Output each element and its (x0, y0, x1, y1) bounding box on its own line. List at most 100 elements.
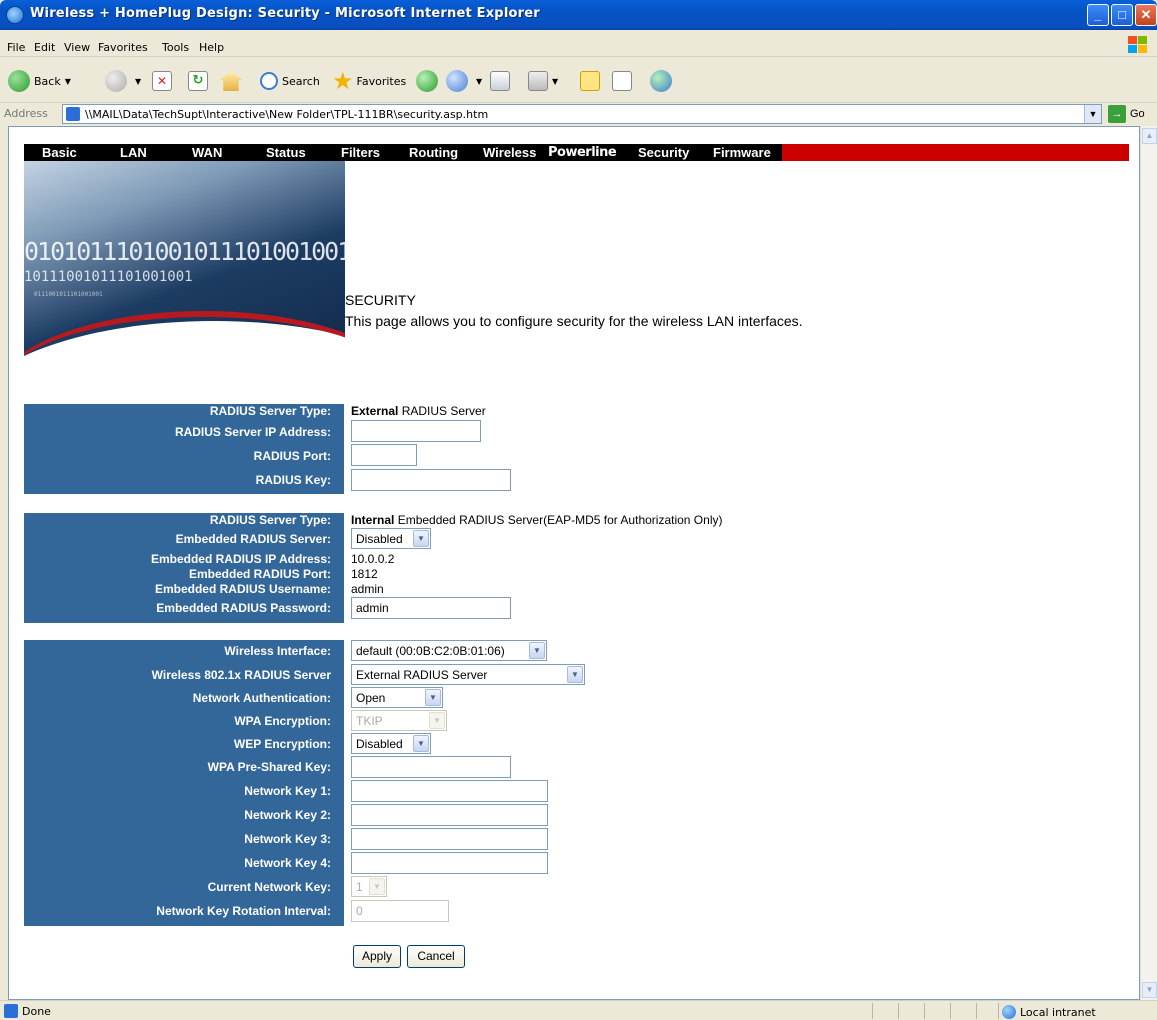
dropdown-arrow-icon: ▼ (135, 76, 142, 86)
edit-button[interactable]: ▼ (528, 67, 558, 95)
wireless-interface-value: default (00:0B:C2:0B:01:06) (356, 644, 505, 658)
status-divider (998, 1003, 999, 1019)
nav-filters[interactable]: Filters (341, 145, 380, 160)
menu-file[interactable]: File (7, 41, 25, 54)
internal-type-label: RADIUS Server Type: (209, 513, 331, 527)
menu-help[interactable]: Help (199, 41, 224, 54)
forward-button[interactable]: ▼ (105, 67, 141, 95)
discuss-button[interactable] (580, 67, 600, 95)
menu-tools[interactable]: Tools (162, 41, 189, 54)
chevron-down-icon: ▼ (413, 530, 429, 547)
scroll-down-icon[interactable]: ▼ (1142, 982, 1157, 998)
print-button[interactable] (490, 67, 510, 95)
embedded-password-input[interactable] (351, 597, 511, 619)
star-icon: ★ (332, 67, 354, 95)
chevron-down-icon: ▼ (369, 878, 385, 895)
key-rotation-input[interactable] (351, 900, 449, 922)
mail-icon (446, 70, 468, 92)
external-type-text: RADIUS Server (401, 404, 486, 418)
search-button[interactable]: Search (260, 67, 320, 95)
network-key-4-input[interactable] (351, 852, 548, 874)
back-button[interactable]: Back ▼ (8, 67, 71, 95)
nav-status[interactable]: Status (266, 145, 306, 160)
wireless-interface-select[interactable]: default (00:0B:C2:0B:01:06) ▼ (351, 640, 547, 661)
internal-type-value: Internal Embedded RADIUS Server(EAP-MD5 … (351, 513, 722, 527)
nav-routing[interactable]: Routing (409, 145, 458, 160)
ie-icon (6, 6, 24, 24)
current-network-key-select[interactable]: 1 ▼ (351, 876, 387, 897)
scroll-up-icon[interactable]: ▲ (1142, 128, 1157, 144)
menu-edit[interactable]: Edit (34, 41, 55, 54)
wpa-encryption-select[interactable]: TKIP ▼ (351, 710, 447, 731)
network-key-1-input[interactable] (351, 780, 548, 802)
chevron-down-icon: ▼ (529, 642, 545, 659)
external-type-label: RADIUS Server Type: (209, 404, 331, 418)
stop-button[interactable]: ✕ (152, 67, 172, 95)
address-dropdown-button[interactable]: ▼ (1084, 105, 1101, 123)
wep-encryption-select[interactable]: Disabled ▼ (351, 733, 431, 754)
menu-view[interactable]: View (64, 41, 90, 54)
favorites-button[interactable]: ★ Favorites (332, 67, 406, 95)
edit-icon (528, 71, 548, 91)
mail-button[interactable]: ▼ (446, 67, 482, 95)
radius-key-input[interactable] (351, 469, 511, 491)
embedded-username-label: Embedded RADIUS Username: (154, 582, 331, 596)
radius-ip-input[interactable] (351, 420, 481, 442)
nav-wan[interactable]: WAN (192, 145, 222, 160)
nav-lan[interactable]: LAN (120, 145, 147, 160)
minimize-button[interactable]: _ (1087, 4, 1109, 26)
external-type-value: External RADIUS Server (351, 404, 486, 418)
status-bar: Done Local intranet (0, 1000, 1157, 1020)
network-auth-select[interactable]: Open ▼ (351, 687, 443, 708)
wireless-interface-label: Wireless Interface: (224, 644, 331, 658)
research-button[interactable] (612, 67, 632, 95)
cancel-button[interactable]: Cancel (407, 945, 465, 968)
address-input[interactable]: \\MAIL\Data\TechSupt\Interactive\New Fol… (62, 104, 1102, 124)
dropdown-arrow-icon: ▼ (552, 76, 559, 86)
embedded-server-select[interactable]: Disabled ▼ (351, 528, 431, 549)
page-description: This page allows you to configure securi… (345, 313, 803, 329)
nav-basic[interactable]: Basic (42, 145, 77, 160)
nav-firmware[interactable]: Firmware (713, 145, 771, 160)
current-network-key-label: Current Network Key: (207, 880, 331, 894)
embedded-server-value: Disabled (356, 532, 403, 546)
network-key-3-input[interactable] (351, 828, 548, 850)
chevron-down-icon: ▼ (425, 689, 441, 706)
page-title: SECURITY (345, 292, 416, 308)
embedded-port-value: 1812 (351, 567, 378, 581)
favorites-label: Favorites (356, 74, 407, 88)
wpa-encryption-label: WPA Encryption: (234, 714, 331, 728)
messenger-icon (650, 70, 672, 92)
go-button[interactable]: → Go (1108, 105, 1145, 123)
nav-bar: Basic LAN WAN Status Filters Routing Wir… (24, 144, 1129, 161)
network-key-2-input[interactable] (351, 804, 548, 826)
internal-type-bold: Internal (351, 513, 395, 527)
close-button[interactable]: ✕ (1135, 4, 1157, 26)
history-button[interactable] (416, 67, 442, 95)
status-divider (976, 1003, 977, 1019)
embedded-password-label: Embedded RADIUS Password: (156, 601, 331, 615)
vertical-scrollbar[interactable]: ▲ ▼ (1140, 126, 1157, 1000)
nav-wireless[interactable]: Wireless (483, 145, 536, 160)
page-done-icon (4, 1004, 18, 1018)
radius-port-input[interactable] (351, 444, 417, 466)
messenger-button[interactable] (650, 67, 676, 95)
wireless-radius-select[interactable]: External RADIUS Server ▼ (351, 664, 585, 685)
nav-powerline[interactable]: Powerline (548, 145, 617, 160)
wep-encryption-label: WEP Encryption: (233, 737, 331, 751)
wpa-psk-input[interactable] (351, 756, 511, 778)
home-button[interactable] (220, 67, 242, 95)
stop-icon: ✕ (152, 71, 172, 91)
menu-bar: File Edit View Favorites Tools Help (0, 30, 1157, 57)
back-label: Back (34, 74, 61, 88)
folder-icon (580, 71, 600, 91)
maximize-button[interactable]: □ (1111, 4, 1133, 26)
refresh-button[interactable]: ↻ (188, 67, 208, 95)
wireless-radius-value: External RADIUS Server (356, 668, 488, 682)
embedded-username-value: admin (351, 582, 384, 596)
apply-button[interactable]: Apply (353, 945, 401, 968)
dropdown-arrow-icon: ▼ (476, 76, 483, 86)
menu-favorites[interactable]: Favorites (98, 41, 148, 54)
back-arrow-icon (8, 70, 30, 92)
nav-security[interactable]: Security (638, 145, 689, 160)
